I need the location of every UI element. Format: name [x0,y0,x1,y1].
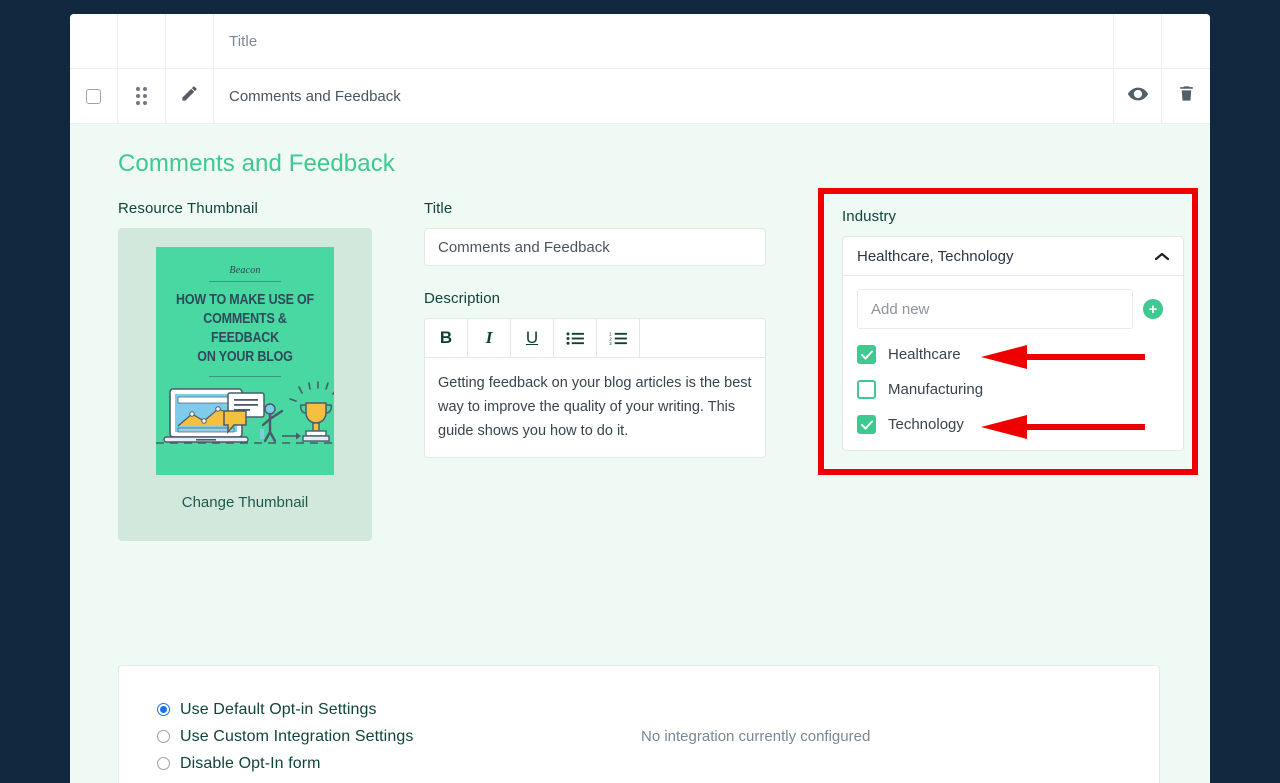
bullet-list-button[interactable] [554,319,597,357]
industry-highlight-box: Industry Healthcare, Technology Add new … [818,188,1198,475]
integration-status-text: No integration currently configured [641,728,870,745]
page-title: Comments and Feedback [70,150,1210,178]
table-row[interactable]: Comments and Feedback [70,69,1210,124]
industry-label-healthcare: Healthcare [888,346,961,363]
optin-option-disable[interactable]: Disable Opt-In form [157,750,639,777]
annotation-arrow-healthcare [977,342,1147,372]
thumbnail-title-line3: ON YOUR BLOG [168,348,321,367]
thumbnail-image: Beacon HOW TO MAKE USE OF COMMENTS & FEE… [156,247,334,475]
industry-label-technology: Technology [888,416,964,433]
optin-label-disable: Disable Opt-In form [180,755,321,773]
title-field-label: Title [424,200,766,217]
industry-checkbox-manufacturing[interactable] [857,380,876,399]
row-title-text: Comments and Feedback [229,88,401,105]
industry-label-manufacturing: Manufacturing [888,381,983,398]
underline-button[interactable]: U [511,319,554,357]
optin-label-custom: Use Custom Integration Settings [180,728,413,746]
header-cell-edit [166,14,214,68]
optin-radio-default[interactable] [157,703,170,716]
row-select-checkbox[interactable] [86,89,101,104]
industry-dropdown-panel: Add new + Healthcare [842,276,1184,451]
thumbnail-logo: Beacon [156,265,334,276]
optin-option-default[interactable]: Use Default Opt-in Settings [157,696,639,723]
row-drag-cell[interactable] [118,69,166,123]
thumbnail-title-line2: COMMENTS & FEEDBACK [168,310,321,348]
industry-option-manufacturing[interactable]: Manufacturing [857,380,1169,399]
optin-settings-panel: Use Default Opt-in Settings Use Custom I… [118,665,1160,783]
italic-button[interactable]: I [468,319,511,357]
pencil-icon[interactable] [180,84,199,108]
header-cell-delete [1162,14,1210,68]
trash-icon[interactable] [1177,83,1196,109]
header-cell-title: Title [214,14,1114,68]
description-editor[interactable]: B I U 1 [424,318,766,458]
optin-option-custom[interactable]: Use Custom Integration Settings [157,723,639,750]
thumbnail-illustration-icon [156,381,334,459]
row-preview-cell[interactable] [1114,69,1162,123]
industry-checkbox-healthcare[interactable] [857,345,876,364]
chevron-up-icon[interactable] [1155,248,1169,265]
industry-label: Industry [842,208,1174,225]
bold-button[interactable]: B [425,319,468,357]
row-select-cell[interactable] [70,69,118,123]
industry-selected-value: Healthcare, Technology [857,248,1014,265]
resource-edit-form: Comments and Feedback Resource Thumbnail… [70,124,1210,783]
header-cell-select [70,14,118,68]
numbered-list-icon: 1 2 3 [609,331,628,346]
add-new-input[interactable]: Add new [857,289,1133,329]
change-thumbnail-button[interactable]: Change Thumbnail [182,494,308,511]
thumbnail-title: HOW TO MAKE USE OF COMMENTS & FEEDBACK O… [168,291,321,367]
row-edit-cell[interactable] [166,69,214,123]
optin-radio-custom[interactable] [157,730,170,743]
industry-checkbox-technology[interactable] [857,415,876,434]
eye-icon[interactable] [1127,83,1149,110]
optin-label-default: Use Default Opt-in Settings [180,701,377,719]
details-column: Title Comments and Feedback Description … [424,200,766,458]
resource-table-header: Title [70,14,1210,69]
title-input[interactable]: Comments and Feedback [424,228,766,266]
thumbnail-box: Beacon HOW TO MAKE USE OF COMMENTS & FEE… [118,228,372,541]
numbered-list-button[interactable]: 1 2 3 [597,319,640,357]
bullet-list-icon [566,331,585,346]
editor-columns: Resource Thumbnail Beacon HOW TO MAKE US… [70,200,1210,541]
row-title-cell[interactable]: Comments and Feedback [214,69,1114,123]
row-delete-cell[interactable] [1162,69,1210,123]
optin-radio-group: Use Default Opt-in Settings Use Custom I… [119,696,639,777]
industry-option-healthcare[interactable]: Healthcare [857,345,1169,364]
thumbnail-divider-top [209,281,281,282]
thumbnail-divider-bottom [209,376,281,377]
header-cell-preview [1114,14,1162,68]
toolbar-spacer [640,319,765,357]
description-text[interactable]: Getting feedback on your blog articles i… [425,358,765,457]
description-group: Description B I U [424,290,766,458]
industry-option-technology[interactable]: Technology [857,415,1169,434]
thumbnail-title-line1: HOW TO MAKE USE OF [168,291,321,310]
description-label: Description [424,290,766,307]
column-header-title: Title [229,33,257,50]
thumbnail-label: Resource Thumbnail [118,200,372,217]
thumbnail-column: Resource Thumbnail Beacon HOW TO MAKE US… [118,200,372,541]
rich-text-toolbar: B I U 1 [425,319,765,358]
add-industry-row: Add new + [857,289,1169,329]
drag-handle-icon[interactable] [136,87,147,105]
industry-select-toggle[interactable]: Healthcare, Technology [842,236,1184,276]
annotation-arrow-technology [977,412,1147,442]
optin-radio-disable[interactable] [157,757,170,770]
header-cell-reorder [118,14,166,68]
resource-editor-panel: Title Comments and Feedback [70,14,1210,783]
plus-icon[interactable]: + [1143,299,1163,319]
svg-text:3: 3 [609,341,612,346]
